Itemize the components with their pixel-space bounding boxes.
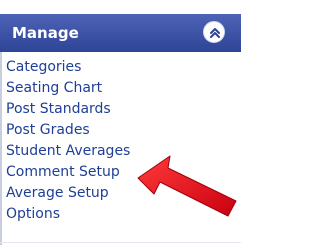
manage-panel: Manage Categories Seating Chart Post Sta… <box>0 0 241 245</box>
red-arrow-icon <box>137 155 237 217</box>
